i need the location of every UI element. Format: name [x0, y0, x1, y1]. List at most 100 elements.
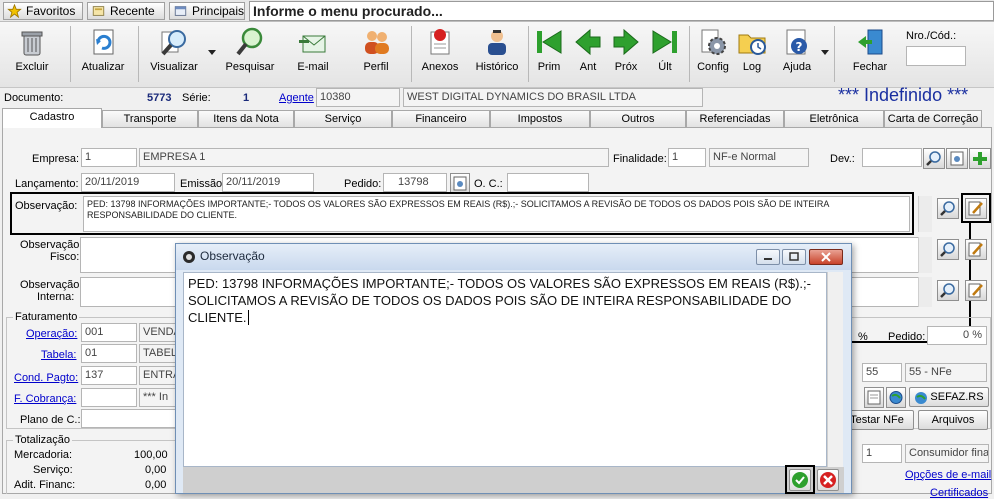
dev-add-button[interactable] — [969, 148, 991, 169]
visualizar-dropdown-arrow-icon[interactable] — [208, 50, 216, 55]
agente-link[interactable]: Agente — [279, 92, 314, 104]
tab-outros[interactable]: Outros — [590, 110, 686, 127]
plano-field[interactable] — [81, 409, 179, 428]
exit-door-icon — [854, 26, 886, 58]
config-button[interactable]: Config — [694, 26, 732, 84]
pedido-view-button[interactable] — [450, 173, 470, 194]
operacao-name-field[interactable]: VENDA — [139, 323, 179, 342]
favoritos-button[interactable]: Favoritos — [3, 2, 83, 20]
obs-interna-search-button[interactable] — [937, 280, 959, 301]
pesquisar-button[interactable]: Pesquisar — [222, 26, 278, 84]
empresa-name-field[interactable]: EMPRESA 1 — [139, 148, 609, 167]
observacao-textarea[interactable]: PED: 13798 INFORMAÇÕES IMPORTANTE;- TODO… — [183, 272, 827, 467]
dialog-title-bar[interactable]: Observação — [176, 244, 851, 270]
arquivos-button[interactable]: Arquivos — [918, 410, 988, 430]
ult-label: Últ — [658, 61, 672, 73]
oc-field[interactable] — [507, 173, 589, 192]
obs-fiscal-search-button[interactable] — [937, 239, 959, 260]
f-cobranca-link[interactable]: F. Cobrança: — [14, 393, 76, 405]
obs-interna-scrollbar[interactable] — [918, 277, 932, 307]
excluir-button[interactable]: Excluir — [6, 26, 58, 84]
pedido-field[interactable]: 13798 — [383, 173, 447, 192]
dialog-scrollbar[interactable] — [827, 272, 843, 467]
cond-pagto-link[interactable]: Cond. Pagto: — [14, 372, 78, 384]
modelo-name-field[interactable]: 55 - NFe — [905, 363, 987, 382]
cond-pagto-name-field[interactable]: ENTRA — [139, 366, 179, 385]
cancel-button[interactable] — [817, 469, 839, 491]
window-icon — [174, 6, 187, 16]
consumidor-name-field[interactable]: Consumidor final — [905, 444, 989, 463]
historico-button[interactable]: Histórico — [472, 26, 522, 84]
sefaz-button[interactable]: SEFAZ.RS — [909, 387, 989, 407]
cond-pagto-code-field[interactable]: 137 — [81, 366, 137, 385]
tab-servico[interactable]: Serviço — [294, 110, 392, 127]
tab-referenciadas[interactable]: Referenciadas — [686, 110, 784, 127]
pedido-pct-field[interactable]: 0 % — [927, 326, 987, 345]
ajuda-dropdown-arrow-icon[interactable] — [821, 50, 829, 55]
finalidade-name-field[interactable]: NF-e Normal — [709, 148, 809, 167]
dev-search-button[interactable] — [923, 148, 945, 169]
anterior-button[interactable]: Ant — [572, 26, 604, 84]
tab-bar: Cadastro Transporte Itens da Nota Serviç… — [0, 108, 994, 128]
obs-fiscal-scrollbar[interactable] — [918, 237, 932, 273]
observacao-search-button[interactable] — [937, 198, 959, 219]
agente-code-field[interactable]: 10380 — [316, 88, 400, 107]
close-button[interactable] — [809, 249, 843, 265]
principais-button[interactable]: Principais — [169, 2, 245, 20]
dev-field[interactable] — [862, 148, 922, 167]
modelo-code-field[interactable]: 55 — [862, 363, 902, 382]
anexos-button[interactable]: Anexos — [418, 26, 462, 84]
tab-transporte[interactable]: Transporte — [102, 110, 198, 127]
obs-interna-edit-button[interactable] — [965, 280, 987, 301]
visualizar-button[interactable]: Visualizar — [146, 26, 202, 84]
observacao-scrollbar[interactable] — [918, 196, 932, 232]
tabela-link[interactable]: Tabela: — [41, 349, 76, 361]
nro-cod-input[interactable] — [906, 46, 966, 66]
email-button[interactable]: E-mail — [288, 26, 338, 84]
toolbar-separator — [138, 26, 139, 82]
fechar-button[interactable]: Fechar — [846, 26, 894, 84]
consumidor-code-field[interactable]: 1 — [862, 444, 902, 463]
nfe-document-button[interactable] — [864, 387, 884, 408]
lancamento-field[interactable]: 20/11/2019 — [81, 173, 175, 192]
obs-fiscal-edit-button[interactable] — [965, 239, 987, 260]
operacao-link[interactable]: Operação: — [26, 328, 77, 340]
tab-cadastro[interactable]: Cadastro — [2, 108, 102, 128]
log-button[interactable]: Log — [734, 26, 770, 84]
pesquisar-label: Pesquisar — [225, 61, 275, 73]
atualizar-button[interactable]: Atualizar — [78, 26, 128, 84]
emissao-label: Emissão — [180, 178, 223, 190]
maximize-button[interactable] — [782, 249, 806, 265]
toolbar-separator — [689, 26, 690, 82]
operacao-code-field[interactable]: 001 — [81, 323, 137, 342]
recente-button[interactable]: Recente — [87, 2, 165, 20]
emissao-field[interactable]: 20/11/2019 — [222, 173, 314, 192]
obs-fiscal-label-2: Fisco: — [50, 251, 80, 263]
tab-impostos[interactable]: Impostos — [490, 110, 590, 127]
certificados-link[interactable]: Certificados — [930, 487, 988, 499]
proximo-button[interactable]: Próx — [610, 26, 642, 84]
tabela-code-field[interactable]: 01 — [81, 344, 137, 363]
tab-financeiro[interactable]: Financeiro — [392, 110, 490, 127]
opcoes-email-link[interactable]: Opções de e-mail — [905, 469, 991, 481]
empresa-code-field[interactable]: 1 — [81, 148, 137, 167]
dev-view-button[interactable] — [946, 148, 968, 169]
tab-itens-da-nota[interactable]: Itens da Nota — [198, 110, 294, 127]
perfil-button[interactable]: Perfil — [352, 26, 400, 84]
tab-eletronica[interactable]: Eletrônica — [784, 110, 884, 127]
primeiro-button[interactable]: Prim — [532, 26, 566, 84]
tab-carta-de-correcao[interactable]: Carta de Correção — [884, 110, 982, 127]
tabela-name-field[interactable]: TABELA — [139, 344, 179, 363]
ultimo-button[interactable]: Últ — [648, 26, 682, 84]
empresa-label: Empresa: — [32, 153, 80, 165]
trash-icon — [16, 26, 48, 58]
anexos-label: Anexos — [421, 61, 459, 73]
f-cobranca-name-field[interactable]: *** In — [139, 388, 179, 407]
menu-search-input[interactable]: Informe o menu procurado... — [249, 1, 994, 21]
nfe-globe-button[interactable] — [886, 387, 906, 408]
f-cobranca-code-field[interactable] — [81, 388, 137, 407]
ajuda-button[interactable]: ? Ajuda — [776, 26, 818, 84]
minimize-button[interactable] — [756, 249, 780, 265]
finalidade-code-field[interactable]: 1 — [668, 148, 706, 167]
agente-name-field[interactable]: WEST DIGITAL DYNAMICS DO BRASIL LTDA — [403, 88, 703, 107]
